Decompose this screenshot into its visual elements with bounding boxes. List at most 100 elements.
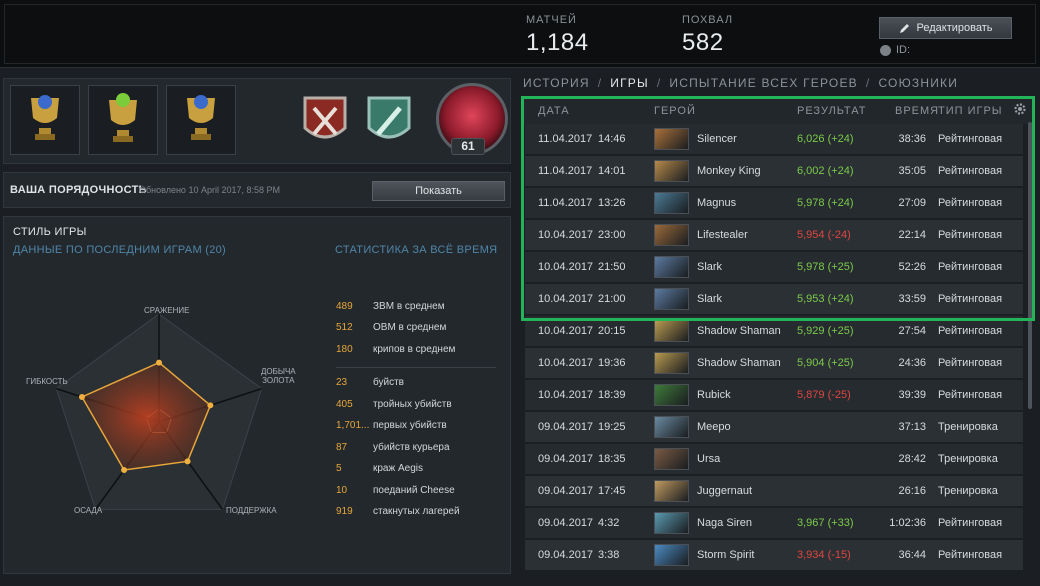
row-hero: Juggernaut [697,485,753,497]
row-hero: Silencer [697,133,737,145]
hero-portrait-icon [654,224,689,246]
hero-portrait-icon [654,256,689,278]
stat-label: краж Aegis [373,463,423,474]
edit-profile-button[interactable]: Редактировать [879,17,1012,39]
row-type: Рейтинговая [938,229,1003,241]
row-hero: Lifestealer [697,229,748,241]
tab-all-hero-challenge[interactable]: ИСПЫТАНИЕ ВСЕХ ГЕРОЕВ [669,76,858,90]
radiant-emblem-icon [367,96,411,139]
row-type: Рейтинговая [938,165,1003,177]
column-duration[interactable]: ВРЕМЯ [895,105,939,117]
stat-line: 10 поеданий Cheese [336,485,455,496]
table-row[interactable]: 09.04.2017 4:32 Naga Siren 3,967 (+33) 1:02:… [525,508,1023,538]
table-row[interactable]: 10.04.2017 21:00 Slark 5,953 (+24) 33:59 Рейт… [525,284,1023,314]
stat-label: убийств курьера [373,442,450,453]
column-hero[interactable]: ГЕРОЙ [654,105,696,117]
row-time: 19:25 [598,421,626,433]
tab-matches[interactable]: ИГРЫ [610,76,649,90]
stat-value: 5 [336,463,342,474]
table-row[interactable]: 11.04.2017 14:01 Monkey King 6,002 (+24) 35:… [525,156,1023,186]
row-type: Рейтинговая [938,325,1003,337]
row-result: 3,934 (-15) [797,549,851,561]
radar-axis-farm: ДОБЫЧА ЗОЛОТА [261,367,296,385]
row-date: 11.04.2017 [538,133,593,145]
row-result: 5,929 (+25) [797,325,854,337]
table-row[interactable]: 09.04.2017 3:38 Storm Spirit 3,934 (-15) 36:… [525,540,1023,570]
table-row[interactable]: 09.04.2017 17:45 Juggernaut 26:16 Тренировка [525,476,1023,506]
tab-allies[interactable]: СОЮЗНИКИ [878,76,958,90]
tab-separator: / [597,76,603,90]
column-type[interactable]: ТИП ИГРЫ [938,105,1003,117]
radar-point [207,402,214,409]
row-type: Рейтинговая [938,133,1003,145]
row-date: 09.04.2017 [538,485,594,497]
row-result: 5,978 (+24) [797,197,854,209]
row-type: Тренировка [938,485,998,497]
trophy-icon [109,93,137,142]
hero-portrait-icon [654,416,689,438]
row-date: 09.04.2017 [538,549,594,561]
row-date: 10.04.2017 [538,293,594,305]
table-row[interactable]: 09.04.2017 19:25 Meepo 37:13 Тренировка [525,412,1023,442]
pencil-icon [899,24,909,33]
hero-portrait-icon [654,544,689,566]
stat-value: 489 [336,301,353,312]
column-date[interactable]: ДАТА [538,105,570,117]
match-tabs: ИСТОРИЯ / ИГРЫ / ИСПЫТАНИЕ ВСЕХ ГЕРОЕВ /… [523,76,958,90]
id-label: ID: [896,44,911,56]
stat-label: ОВМ в среднем [373,322,447,333]
table-row[interactable]: 10.04.2017 21:50 Slark 5,978 (+25) 52:26 Рейт… [525,252,1023,282]
row-time: 18:39 [598,389,626,401]
hero-portrait-icon [654,448,689,470]
matches-stat: МАТЧЕЙ 1,184 [526,14,589,57]
trophy-slot-2[interactable] [88,85,158,155]
table-row[interactable]: 11.04.2017 13:26 Magnus 5,978 (+24) 27:09 Рей… [525,188,1023,218]
row-time: 23:00 [598,229,626,241]
stat-line: 180 крипов в среднем [336,344,455,355]
row-result: 5,904 (+25) [797,357,854,369]
stat-line: 512 ОВМ в среднем [336,322,446,333]
row-duration: 33:59 [898,293,926,305]
table-row[interactable]: 09.04.2017 18:35 Ursa 28:42 Тренировка [525,444,1023,474]
tab-history[interactable]: ИСТОРИЯ [523,76,590,90]
row-type: Рейтинговая [938,293,1003,305]
commends-stat: ПОХВАЛ 582 [682,14,733,57]
table-header: ДАТА ГЕРОЙ РЕЗУЛЬТАТ ВРЕМЯ ТИП ИГРЫ [523,96,1034,124]
radar-point [78,393,85,400]
trophy-slot-1[interactable] [10,85,80,155]
row-duration: 35:05 [898,165,926,177]
row-date: 11.04.2017 [538,197,593,209]
alltime-stats-label: СТАТИСТИКА ЗА ВСЁ ВРЕМЯ [335,244,498,256]
row-duration: 22:14 [898,229,926,241]
radar-axis-farm-line1: ДОБЫЧА [261,367,296,376]
row-date: 10.04.2017 [538,229,594,241]
stat-line: 489 ЗВМ в среднем [336,301,445,312]
hero-portrait-icon [654,352,689,374]
table-scrollbar[interactable] [1028,122,1032,409]
table-row[interactable]: 10.04.2017 19:36 Shadow Shaman 5,904 (+25) 2… [525,348,1023,378]
trophy-slot-3[interactable] [166,85,236,155]
row-date: 11.04.2017 [538,165,593,177]
table-row[interactable]: 11.04.2017 14:46 Silencer 6,026 (+24) 38:36 Р… [525,124,1023,154]
radar-axis-push: ОСАДА [74,506,103,515]
stat-label: тройных убийств [373,399,452,410]
stat-line: 5 краж Aegis [336,463,423,474]
row-type: Рейтинговая [938,197,1003,209]
table-row[interactable]: 10.04.2017 20:15 Shadow Shaman 5,929 (+25) 2… [525,316,1023,346]
tab-separator: / [656,76,662,90]
stat-value: 23 [336,377,348,388]
show-behavior-button[interactable]: Показать [372,181,505,201]
stat-line: 87 убийств курьера [336,442,450,453]
radar-point [184,458,191,465]
hero-portrait-icon [654,192,689,214]
column-result[interactable]: РЕЗУЛЬТАТ [797,105,866,117]
table-row[interactable]: 10.04.2017 23:00 Lifestealer 5,954 (-24) 22:… [525,220,1023,250]
stat-value: 919 [336,506,353,517]
row-type: Тренировка [938,421,998,433]
table-row[interactable]: 10.04.2017 18:39 Rubick 5,879 (-25) 39:39 Рей… [525,380,1023,410]
gear-icon[interactable] [1013,102,1027,116]
row-date: 10.04.2017 [538,389,594,401]
row-time: 14:46 [598,133,626,145]
row-time: 19:36 [598,357,626,369]
stat-value: 405 [336,399,353,410]
